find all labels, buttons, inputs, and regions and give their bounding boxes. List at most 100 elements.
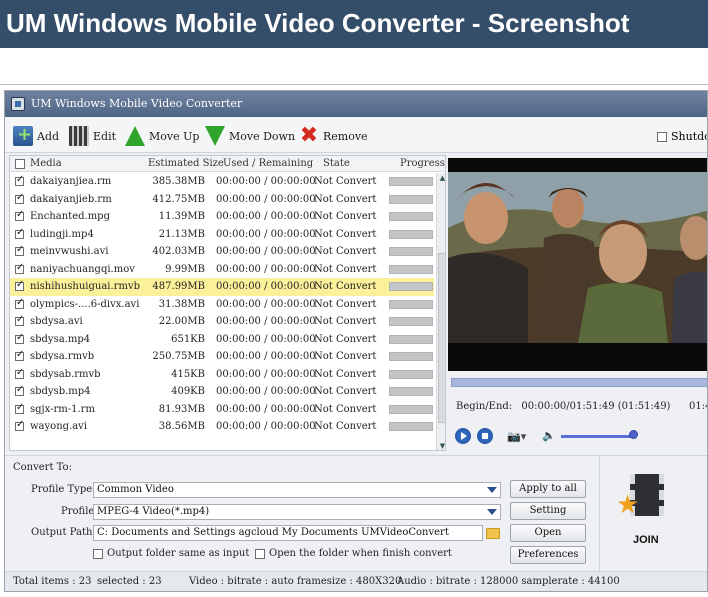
same-as-input-checkbox[interactable]: Output folder same as input — [93, 548, 249, 559]
media-name: sbdysb.mp4 — [30, 386, 91, 397]
stop-button[interactable] — [477, 428, 493, 444]
state: Not Convert — [314, 333, 377, 345]
volume-slider-knob[interactable] — [629, 430, 638, 439]
checkbox-box[interactable] — [657, 131, 667, 142]
row-checkbox[interactable] — [15, 174, 24, 186]
state: Not Convert — [314, 298, 377, 310]
row-checkbox[interactable] — [15, 227, 24, 239]
row-checkbox[interactable] — [15, 209, 24, 221]
table-row[interactable]: sbdysa.rmvb 250.75MB 00:00:00 / 00:00:00No… — [10, 348, 434, 366]
progress-bar — [389, 334, 433, 344]
row-checkbox[interactable] — [15, 402, 24, 414]
add-button[interactable]: Add — [13, 124, 60, 147]
open-button[interactable]: Open — [510, 524, 586, 542]
row-checkbox[interactable] — [15, 314, 24, 326]
row-checkbox[interactable] — [15, 244, 24, 256]
estimated-size: 415KB — [171, 368, 205, 380]
dropdown-arrow-icon[interactable] — [485, 505, 499, 519]
table-row[interactable]: dakaiyanjiea.rm 385.38MB 00:00:00 / 00:00:… — [10, 173, 434, 191]
col-progress[interactable]: Progress — [400, 158, 445, 169]
row-checkbox[interactable] — [15, 419, 24, 431]
seek-bar[interactable] — [451, 378, 707, 387]
volume-slider-track[interactable] — [561, 435, 633, 438]
table-row[interactable]: sbdysb.mp4 409KB 00:00:00 / 00:00:00Not Co… — [10, 383, 434, 401]
media-name: sbdysab.rmvb — [30, 368, 101, 380]
profile-type-value: Common Video — [97, 484, 174, 495]
table-row[interactable]: sbdysa.avi 22.00MB 00:00:00 / 00:00:00Not … — [10, 313, 434, 331]
col-media[interactable]: Media — [30, 158, 62, 169]
row-checkbox[interactable] — [15, 332, 24, 344]
table-row[interactable]: Enchanted.mpg 11.39MB 00:00:00 / 00:00:00N… — [10, 208, 434, 226]
arrow-up-icon — [125, 126, 145, 146]
table-row[interactable]: naniyachuangqi.mov 9.99MB 00:00:00 / 00:00… — [10, 261, 434, 279]
media-name: meinvwushi.avi — [30, 246, 109, 257]
progress-bar — [389, 282, 433, 291]
progress-bar — [389, 387, 433, 396]
scroll-thumb[interactable] — [438, 253, 445, 423]
scroll-down-icon[interactable]: ▼ — [438, 442, 445, 450]
row-checkbox[interactable] — [15, 367, 24, 379]
apply-to-all-button[interactable]: Apply to all — [510, 480, 586, 498]
row-checkbox[interactable] — [15, 349, 24, 361]
move-up-button[interactable]: Move Up — [125, 125, 199, 147]
col-state[interactable]: State — [323, 158, 350, 169]
checkbox-box[interactable] — [255, 548, 265, 559]
output-path-input[interactable]: C: Documents and Settings agcloud My Doc… — [93, 525, 483, 541]
row-checkbox[interactable] — [15, 262, 24, 274]
remove-label: Remove — [323, 129, 368, 143]
move-down-button[interactable]: Move Down — [205, 125, 295, 147]
profile-type-select[interactable]: Common Video — [93, 482, 501, 498]
folder-icon[interactable] — [486, 528, 500, 539]
select-all-checkbox[interactable] — [15, 159, 25, 169]
table-row[interactable]: wayong.avi 38.56MB 00:00:00 / 00:00:00Not … — [10, 418, 434, 436]
media-name: dakaiyanjieb.rm — [30, 193, 112, 205]
row-checkbox[interactable] — [15, 192, 24, 204]
open-when-finish-label: Open the folder when finish convert — [269, 548, 452, 559]
play-button[interactable] — [455, 428, 471, 444]
remove-button[interactable]: ✖ Remove — [299, 125, 368, 147]
table-row[interactable]: dakaiyanjieb.rm 412.75MB 00:00:00 / 00:00:… — [10, 191, 434, 209]
row-checkbox[interactable] — [15, 297, 24, 309]
row-checkbox[interactable] — [15, 384, 24, 396]
setting-button[interactable]: Setting — [510, 502, 586, 520]
checkbox-box[interactable] — [93, 548, 103, 559]
table-row[interactable]: sbdysab.rmvb 415KB 00:00:00 / 00:00:00Not … — [10, 366, 434, 384]
edit-button[interactable]: Edit — [69, 125, 116, 147]
profile-select[interactable]: MPEG-4 Video(*.mp4) — [93, 504, 501, 520]
state: Not Convert — [314, 386, 377, 397]
progress-bar — [389, 352, 433, 361]
list-scrollbar[interactable]: ▲ ▼ — [436, 173, 445, 450]
progress-bar — [389, 404, 433, 414]
join-button[interactable]: ★ JOIN — [599, 456, 707, 572]
row-checkbox[interactable] — [15, 279, 24, 291]
table-row[interactable]: olympics-....6-divx.avi 31.38MB 00:00:00 /… — [10, 296, 434, 314]
dropdown-arrow-icon[interactable] — [485, 483, 499, 497]
page-title: UM Windows Mobile Video Converter - Scre… — [6, 8, 630, 38]
table-row[interactable]: sbdysa.mp4 651KB 00:00:00 / 00:00:00Not Co… — [10, 331, 434, 349]
table-row[interactable]: nishihushuiguai.rmvb 487.99MB 00:00:00 / 0… — [10, 278, 434, 296]
move-up-label: Move Up — [149, 129, 200, 143]
used-remaining: 00:00:00 / 00:00:00 — [216, 421, 316, 432]
progress-bar — [389, 177, 433, 186]
volume-icon: 🔈 — [542, 429, 556, 442]
list-rows: dakaiyanjiea.rm 385.38MB 00:00:00 / 00:00:… — [10, 173, 434, 436]
col-time[interactable]: Used / Remaining — [223, 158, 313, 169]
table-row[interactable]: ludingji.mp4 21.13MB 00:00:00 / 00:00:00No… — [10, 226, 434, 244]
preferences-button[interactable]: Preferences — [510, 546, 586, 564]
estimated-size: 81.93MB — [158, 403, 205, 415]
used-remaining: 00:00:00 / 00:00:00 — [216, 386, 316, 397]
open-when-finish-checkbox[interactable]: Open the folder when finish convert — [255, 548, 452, 559]
snapshot-camera-icon[interactable]: 📷▾ — [507, 430, 527, 443]
remove-x-icon: ✖ — [299, 123, 319, 148]
star-icon: ★ — [616, 490, 640, 520]
scroll-up-icon[interactable]: ▲ — [438, 174, 445, 183]
used-remaining: 00:00:00 / 00:00:00 — [216, 263, 316, 275]
status-video: Video : bitrate : auto framesize : 480X3… — [189, 576, 402, 587]
col-size[interactable]: Estimated Size — [148, 158, 224, 169]
shutdown-checkbox[interactable]: Shutdo — [657, 130, 707, 143]
profile-value: MPEG-4 Video(*.mp4) — [97, 506, 210, 517]
table-row[interactable]: meinvwushi.avi 402.03MB 00:00:00 / 00:00:0… — [10, 243, 434, 261]
table-row[interactable]: sgjx-rm-1.rm 81.93MB 00:00:00 / 00:00:00No… — [10, 401, 434, 419]
status-selected: selected : 23 — [97, 576, 162, 587]
add-label: Add — [37, 129, 60, 143]
